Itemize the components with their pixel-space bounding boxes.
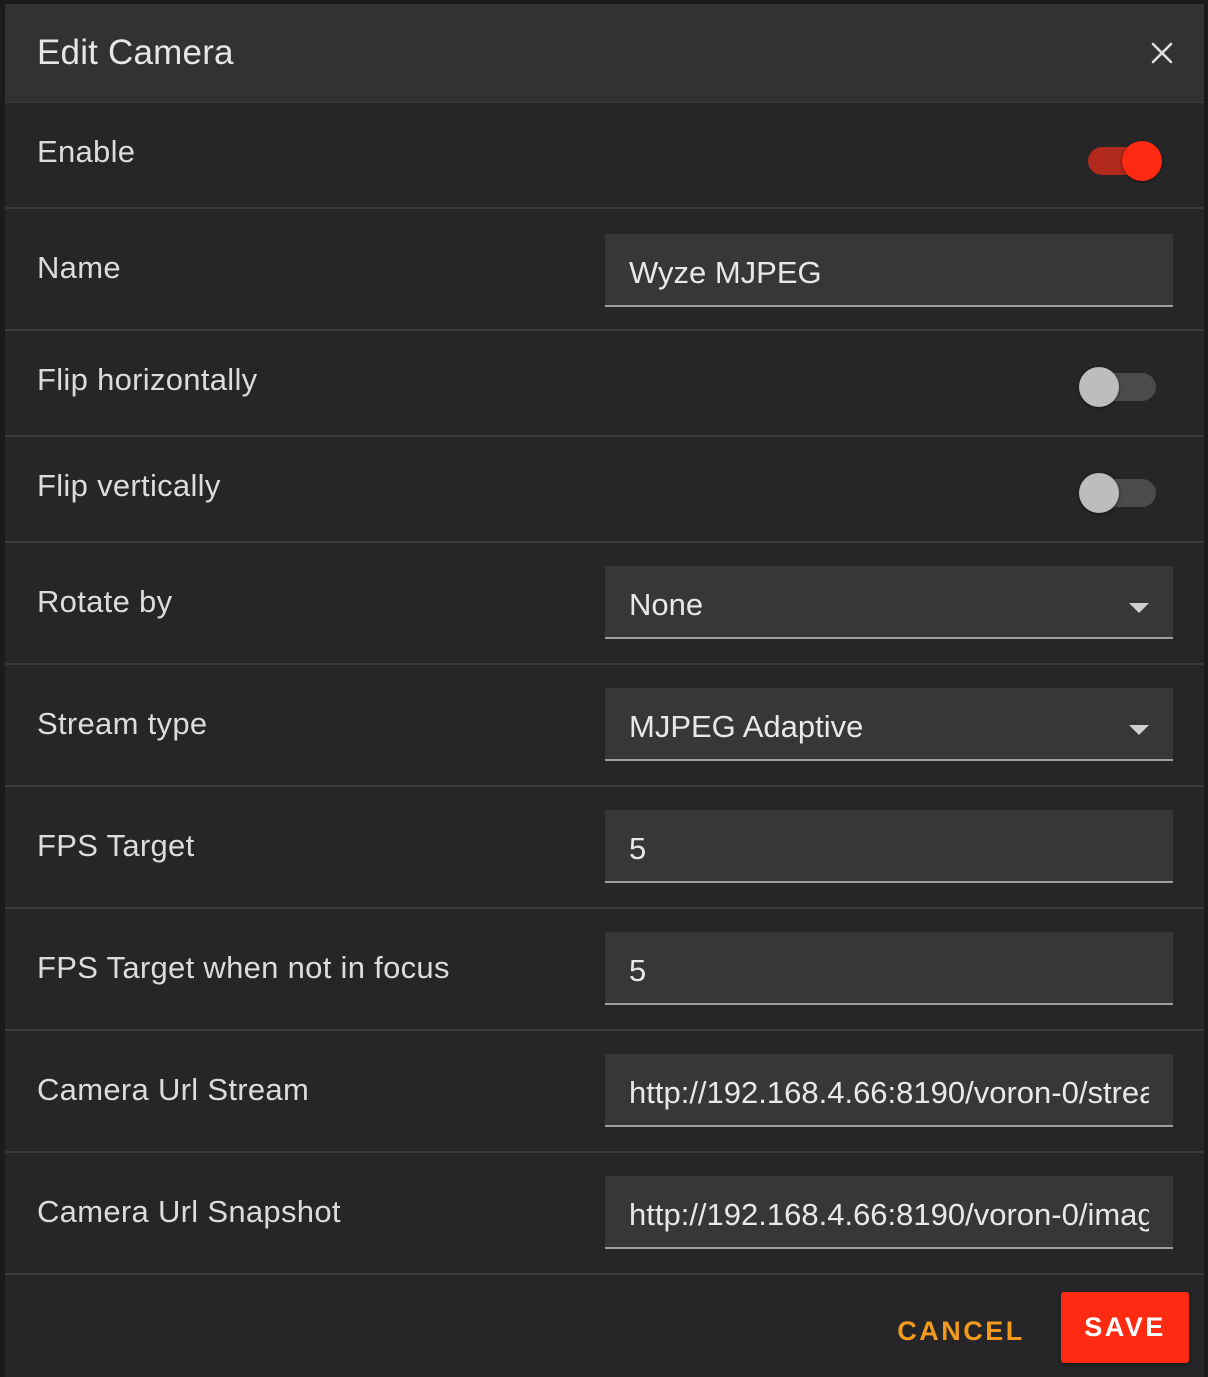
url-snapshot-row: Camera Url Snapshot http://192.168.4.66:… xyxy=(5,1153,1204,1275)
flip-horizontal-row: Flip horizontally xyxy=(5,331,1204,437)
enable-switch[interactable] xyxy=(1084,138,1162,181)
url-snapshot-value: http://192.168.4.66:8190/voron-0/image xyxy=(629,1196,1149,1232)
flip-vertical-row: Flip vertically xyxy=(5,437,1204,543)
fps-target-unfocused-label: FPS Target when not in focus xyxy=(37,950,450,985)
flip-vertical-label: Flip vertically xyxy=(37,468,221,503)
stream-type-value: MJPEG Adaptive xyxy=(629,708,864,744)
name-label: Name xyxy=(37,250,121,285)
edit-camera-dialog: Edit Camera Enable Name Wyze MJPEG Flip … xyxy=(5,4,1204,1377)
url-stream-input[interactable]: http://192.168.4.66:8190/voron-0/stream xyxy=(605,1054,1173,1127)
close-icon[interactable] xyxy=(1140,31,1184,75)
name-input[interactable]: Wyze MJPEG xyxy=(605,234,1173,307)
enable-row: Enable xyxy=(5,103,1204,209)
fps-target-label: FPS Target xyxy=(37,828,195,863)
dialog-actions: CANCEL SAVE xyxy=(5,1278,1204,1377)
name-row: Name Wyze MJPEG xyxy=(5,209,1204,331)
url-snapshot-label: Camera Url Snapshot xyxy=(37,1194,341,1229)
rotate-label: Rotate by xyxy=(37,584,173,619)
rotate-row: Rotate by None xyxy=(5,543,1204,665)
switch-thumb xyxy=(1079,367,1119,407)
fps-target-unfocused-value: 5 xyxy=(629,952,647,988)
url-stream-value: http://192.168.4.66:8190/voron-0/stream xyxy=(629,1074,1149,1110)
rotate-value: None xyxy=(629,586,704,622)
chevron-down-icon xyxy=(1129,602,1149,613)
url-snapshot-input[interactable]: http://192.168.4.66:8190/voron-0/image xyxy=(605,1176,1173,1249)
flip-vertical-switch[interactable] xyxy=(1079,470,1160,513)
url-stream-label: Camera Url Stream xyxy=(37,1072,310,1107)
fps-target-unfocused-input[interactable]: 5 xyxy=(605,932,1173,1005)
stream-type-label: Stream type xyxy=(37,706,208,741)
rotate-select[interactable]: None xyxy=(605,566,1173,639)
flip-horizontal-switch[interactable] xyxy=(1079,364,1160,407)
save-button[interactable]: SAVE xyxy=(1061,1292,1189,1363)
url-stream-row: Camera Url Stream http://192.168.4.66:81… xyxy=(5,1031,1204,1153)
fps-target-unfocused-row: FPS Target when not in focus 5 xyxy=(5,909,1204,1031)
dialog-title: Edit Camera xyxy=(37,33,234,72)
switch-thumb xyxy=(1079,473,1119,513)
name-value: Wyze MJPEG xyxy=(629,254,822,290)
enable-label: Enable xyxy=(37,134,136,169)
cancel-button[interactable]: CANCEL xyxy=(892,1296,1030,1366)
stream-type-row: Stream type MJPEG Adaptive xyxy=(5,665,1204,787)
flip-horizontal-label: Flip horizontally xyxy=(37,362,258,397)
stream-type-select[interactable]: MJPEG Adaptive xyxy=(605,688,1173,761)
fps-target-value: 5 xyxy=(629,830,647,866)
fps-target-row: FPS Target 5 xyxy=(5,787,1204,909)
switch-thumb xyxy=(1122,141,1162,181)
chevron-down-icon xyxy=(1129,724,1149,735)
fps-target-input[interactable]: 5 xyxy=(605,810,1173,883)
dialog-header: Edit Camera xyxy=(5,4,1204,103)
